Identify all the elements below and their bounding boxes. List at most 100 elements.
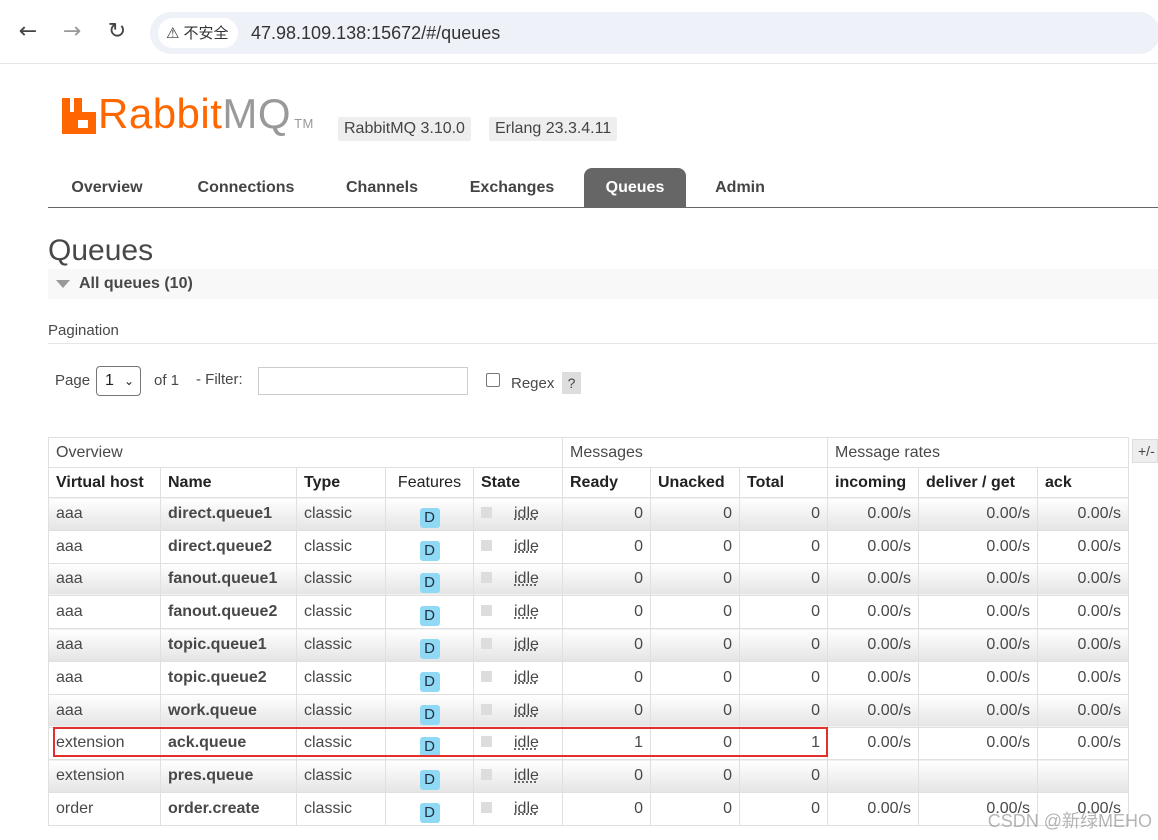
state-label[interactable]: idle [514, 669, 539, 686]
durable-badge[interactable]: D [419, 573, 440, 594]
collapse-triangle-icon [56, 280, 70, 288]
durable-badge[interactable]: D [419, 737, 440, 758]
regex-label: Regex [511, 375, 555, 392]
queue-name-link[interactable]: fanout.queue2 [160, 595, 297, 630]
durable-badge[interactable]: D [419, 803, 440, 824]
state-cell: idle [473, 497, 563, 531]
col-incoming[interactable]: incoming [827, 467, 920, 498]
col-unacked[interactable]: Unacked [650, 467, 740, 498]
tab-overview[interactable]: Overview [52, 168, 162, 208]
tab-queues[interactable]: Queues [584, 168, 686, 208]
state-label[interactable]: idle [514, 800, 539, 817]
deliver-rate-cell: 0.00/s [918, 497, 1039, 531]
col-ack[interactable]: ack [1037, 467, 1130, 498]
queue-name-link[interactable]: topic.queue1 [160, 628, 297, 662]
durable-badge[interactable]: D [419, 639, 440, 660]
reload-icon[interactable]: ↻ [103, 18, 131, 46]
col-type[interactable]: Type [296, 467, 386, 498]
col-name[interactable]: Name [160, 467, 297, 498]
all-queues-label: All queues (10) [79, 275, 193, 292]
table-row: aaa topic.queue2 classic Didle 0 0 0 0.00/s 0.00… [48, 660, 1130, 695]
logo-wordmark: RabbitMQ TM [98, 90, 314, 138]
tab-connections[interactable]: Connections [186, 168, 306, 208]
table-row: aaa fanout.queue2 classic Didle 0 0 0 0.00/s 0.0… [48, 595, 1130, 630]
columns-toggle-button[interactable]: +/- [1132, 439, 1158, 463]
state-label[interactable]: idle [514, 570, 539, 587]
queue-name-link[interactable]: topic.queue2 [160, 660, 297, 695]
state-indicator-icon [481, 670, 492, 682]
state-label[interactable]: idle [514, 505, 539, 522]
url-text[interactable]: 47.98.109.138:15672/#/queues [251, 21, 500, 45]
unacked-cell: 0 [650, 497, 740, 531]
deliver-rate-cell: 0.00/s [918, 693, 1039, 728]
ready-cell: 0 [562, 759, 651, 794]
state-label[interactable]: idle [514, 538, 539, 555]
queue-name-link[interactable]: direct.queue1 [160, 497, 297, 531]
queue-name-link[interactable]: order.create [160, 792, 297, 826]
col-ready[interactable]: Ready [562, 467, 651, 498]
ack-rate-cell: 0.00/s [1037, 497, 1130, 531]
security-chip[interactable]: ⚠ 不安全 [158, 18, 239, 48]
features-cell: D [385, 726, 474, 761]
ack-rate-cell: 0.00/s [1037, 628, 1130, 662]
table-row: aaa work.queue classic Didle 0 0 0 0.00/s 0.00/s… [48, 693, 1130, 728]
filter-input[interactable] [258, 367, 468, 395]
deliver-rate-cell: 0.00/s [918, 726, 1039, 761]
state-indicator-icon [481, 572, 492, 584]
col-deliver-get[interactable]: deliver / get [918, 467, 1039, 498]
state-label[interactable]: idle [514, 636, 539, 653]
ack-rate-cell: 0.00/s [1037, 595, 1130, 630]
chevron-down-icon: ⌄ [123, 374, 134, 388]
address-bar[interactable]: ⚠ 不安全 47.98.109.138:15672/#/queues [150, 12, 1158, 54]
queue-name-link[interactable]: direct.queue2 [160, 529, 297, 564]
state-label[interactable]: idle [514, 603, 539, 620]
queue-name-link[interactable]: ack.queue [160, 726, 297, 761]
forward-arrow-icon[interactable]: → [58, 18, 86, 46]
tab-exchanges[interactable]: Exchanges [458, 168, 566, 208]
total-cell: 0 [738, 693, 829, 728]
state-indicator-icon [481, 539, 492, 551]
col-total[interactable]: Total [738, 467, 829, 498]
page-select-value: 1 [105, 372, 114, 389]
group-message-rates: Message rates [827, 437, 1130, 468]
state-indicator-icon [481, 769, 492, 781]
queue-name-link[interactable]: pres.queue [160, 759, 297, 794]
all-queues-toggle[interactable]: All queues (10) [48, 269, 1158, 299]
back-arrow-icon[interactable]: ← [14, 18, 42, 46]
state-indicator-icon [481, 736, 492, 748]
durable-badge[interactable]: D [419, 671, 440, 692]
durable-badge[interactable]: D [419, 704, 440, 725]
rabbitmq-version-badge: RabbitMQ 3.10.0 [338, 117, 471, 141]
help-button[interactable]: ? [562, 372, 581, 394]
deliver-rate-cell [918, 759, 1039, 794]
page-select[interactable]: 1 ⌄ [96, 366, 141, 396]
state-label[interactable]: idle [514, 702, 539, 719]
queue-name-link[interactable]: fanout.queue1 [160, 562, 297, 597]
unacked-cell: 0 [650, 792, 740, 826]
incoming-rate-cell: 0.00/s [827, 792, 920, 826]
ready-cell: 0 [562, 628, 651, 662]
deliver-rate-cell: 0.00/s [918, 562, 1039, 597]
state-label[interactable]: idle [514, 734, 539, 751]
features-cell: D [385, 660, 474, 695]
page-count-label: of 1 [154, 372, 180, 389]
vhost-cell: aaa [48, 628, 161, 662]
durable-badge[interactable]: D [419, 540, 440, 561]
pagination-divider [48, 343, 1158, 344]
col-virtual-host[interactable]: Virtual host [48, 467, 161, 498]
tab-admin[interactable]: Admin [702, 168, 778, 208]
durable-badge[interactable]: D [419, 507, 440, 528]
tab-channels[interactable]: Channels [334, 168, 430, 208]
type-cell: classic [296, 595, 386, 630]
vhost-cell: extension [48, 726, 161, 761]
unacked-cell: 0 [650, 693, 740, 728]
state-cell: idle [473, 628, 563, 662]
state-label[interactable]: idle [514, 767, 539, 784]
durable-badge[interactable]: D [419, 606, 440, 627]
queue-name-link[interactable]: work.queue [160, 693, 297, 728]
col-state[interactable]: State [473, 467, 563, 498]
durable-badge[interactable]: D [419, 770, 440, 791]
vhost-cell: extension [48, 759, 161, 794]
table-row: aaa topic.queue1 classic Didle 0 0 0 0.00/s 0.00… [48, 628, 1130, 662]
regex-checkbox[interactable] [486, 373, 500, 387]
